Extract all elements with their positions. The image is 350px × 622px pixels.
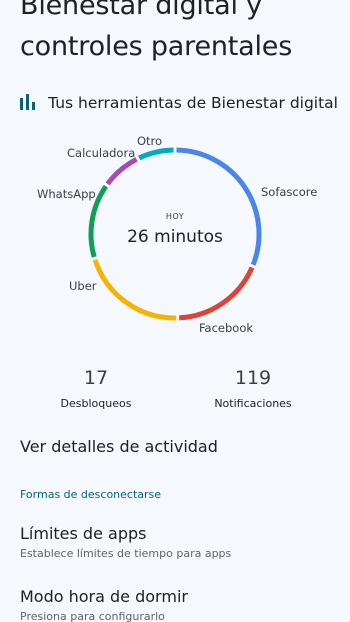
unlocks-count: 17 xyxy=(83,367,109,389)
activity-details-link[interactable]: Ver detalles de actividad xyxy=(20,437,218,456)
donut-label-uber: Uber xyxy=(69,279,97,293)
bedtime-mode-item[interactable]: Modo hora de dormir Presiona para config… xyxy=(20,587,340,622)
donut-slice-sofascore xyxy=(176,147,262,266)
donut-slice-otro xyxy=(138,147,174,161)
app-limits-title: Límites de apps xyxy=(20,524,147,543)
donut-label-whatsapp: WhatsApp xyxy=(37,187,96,201)
usage-donut-chart[interactable]: Sofascore Facebook Uber WhatsApp Calculadora… xyxy=(0,130,350,350)
bar-chart-icon xyxy=(18,94,35,112)
bedtime-mode-title: Modo hora de dormir xyxy=(20,587,188,606)
donut-center-value: 26 minutos xyxy=(127,227,223,247)
donut-label-otro: Otro xyxy=(137,134,162,148)
app-limits-subtitle: Establece límites de tiempo para apps xyxy=(20,547,232,560)
donut-slice-calculadora xyxy=(105,157,138,186)
donut-label-calculadora: Calculadora xyxy=(67,146,135,160)
notifications-label: Notificaciones xyxy=(214,397,292,410)
wellbeing-tools-label: Tus herramientas de Bienestar digital xyxy=(48,94,338,112)
app-limits-item[interactable]: Límites de apps Establece límites de tie… xyxy=(20,524,340,560)
wellbeing-tools-header: Tus herramientas de Bienestar digital xyxy=(18,91,338,115)
unlocks-stat[interactable]: 17 Desbloqueos xyxy=(50,367,142,410)
donut-center-caption: HOY xyxy=(166,212,184,221)
donut-slice-uber xyxy=(92,259,177,321)
bedtime-mode-subtitle: Presiona para configurarlo xyxy=(20,610,165,622)
donut-label-facebook: Facebook xyxy=(199,321,253,335)
unlocks-label: Desbloqueos xyxy=(60,397,132,410)
disconnect-section-header: Formas de desconectarse xyxy=(20,488,162,501)
digital-wellbeing-screen: Bienestar digital y controles parentales… xyxy=(0,0,350,622)
donut-slice-facebook xyxy=(179,266,255,321)
donut-label-sofascore: Sofascore xyxy=(261,185,317,199)
notifications-stat[interactable]: 119 Notificaciones xyxy=(206,367,300,410)
notifications-count: 119 xyxy=(234,367,272,389)
page-title-line-2: controles parentales xyxy=(20,31,293,62)
page-title-line-1: Bienestar digital y xyxy=(20,0,262,21)
